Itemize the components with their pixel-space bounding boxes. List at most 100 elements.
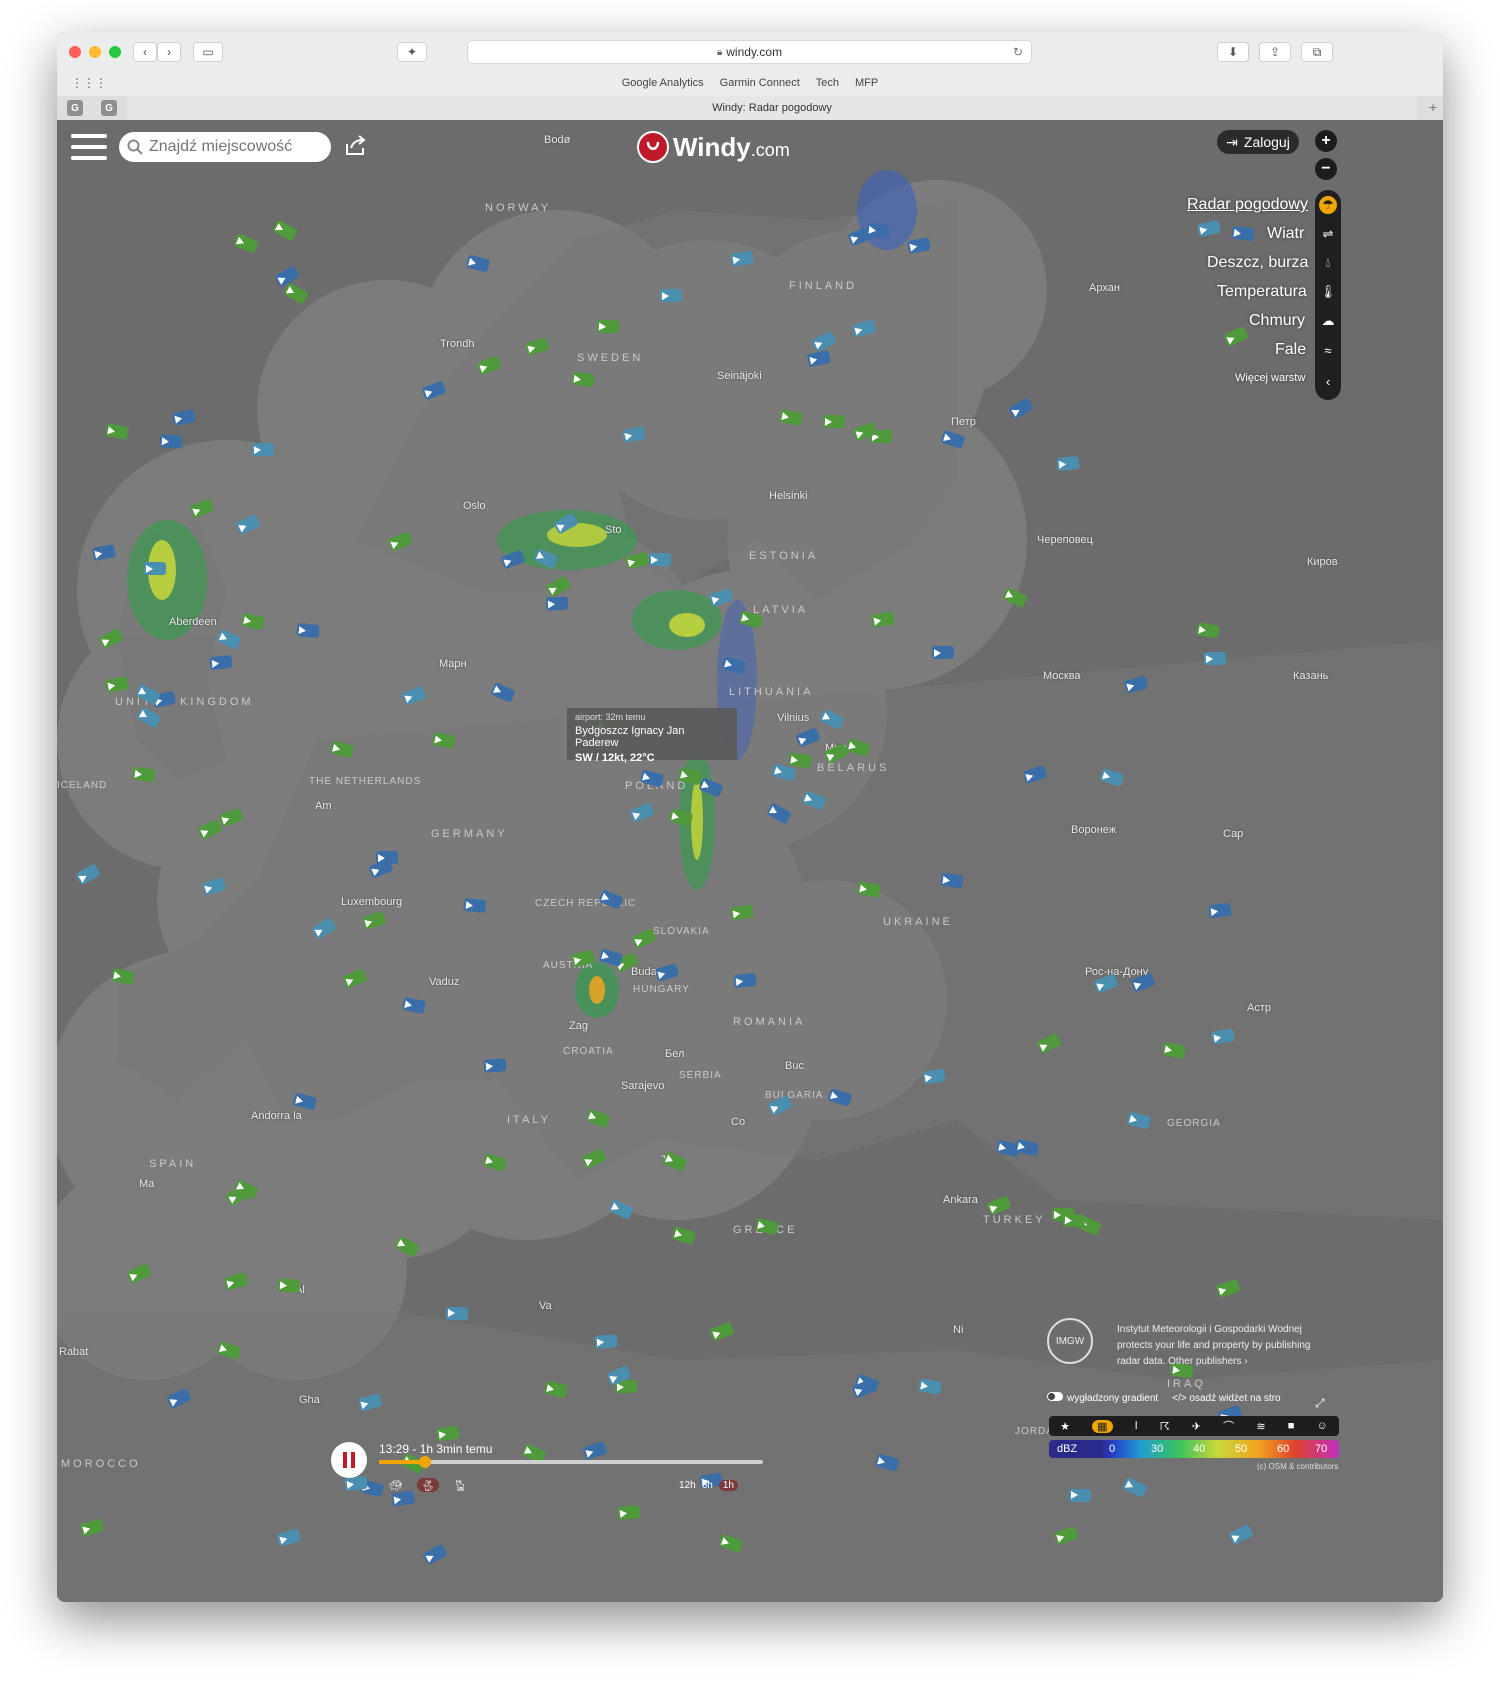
pause-button[interactable] [331,1442,367,1478]
layer-wind[interactable]: Wiatr [1267,225,1407,243]
hare-icon[interactable]: 🐇︎ [417,1478,439,1492]
wind-arrow-icon [601,950,611,961]
wind-arrow-icon [1218,1285,1228,1296]
embed-widget-link[interactable]: </> osadź widżet na stro [1172,1393,1280,1404]
kite-icon[interactable]: ≋ [1256,1420,1265,1433]
wind-station-marker[interactable] [143,561,167,575]
timeline-slider[interactable] [379,1456,763,1468]
share-button[interactable]: ⇪ [1259,42,1291,62]
wind-station-marker[interactable] [445,1306,468,1320]
new-tab-button[interactable]: + [1429,99,1437,115]
search-input[interactable] [147,137,321,157]
favorite-google-analytics[interactable]: Google Analytics [622,77,704,89]
browser-toolbar: ‹ › ▭ ✦ 🔒︎ windy.com ↻ ⬇ ⇪ ⧉ [57,32,1443,73]
fullscreen-icon[interactable]: ⤢ [1315,1396,1333,1410]
favorite-tech[interactable]: Tech [816,77,839,89]
thermometer-small-icon[interactable]: ǀ [1135,1420,1138,1432]
star-icon[interactable]: ★ [1060,1420,1070,1433]
wind-station-marker[interactable] [277,1277,301,1293]
storm-icon[interactable]: ☈ [1160,1420,1170,1433]
wind-station-marker[interactable] [865,222,890,239]
zoom-out-button[interactable]: − [1315,158,1337,180]
wind-station-marker[interactable] [1231,225,1256,242]
sidebar-button[interactable]: ▭ [193,42,223,62]
timeline-handle[interactable] [419,1456,432,1468]
layer-temperature[interactable]: Temperatura [1217,283,1407,301]
tabs-overview-button[interactable]: ⧉ [1301,42,1333,62]
wind-arrow-icon [909,242,919,252]
wind-station-marker[interactable] [823,414,846,428]
hamburger-menu-button[interactable] [71,134,107,162]
range-12h[interactable]: 12h [679,1480,696,1491]
address-bar[interactable]: 🔒︎ windy.com ↻ [467,40,1032,64]
back-button[interactable]: ‹ [133,42,157,62]
country-label: IRAQ [1167,1378,1206,1390]
wind-arrow-icon [447,1309,455,1317]
layer-radar[interactable]: Radar pogodowy [1187,196,1407,214]
favorites-bar: ⋮⋮⋮ Google Analytics Garmin Connect Tech… [57,72,1443,97]
turtle-icon[interactable]: 🐢︎ [385,1478,407,1492]
layer-rain[interactable]: Deszcz, burza [1207,254,1407,272]
range-1h[interactable]: 1h [718,1480,738,1491]
reload-icon[interactable]: ↻ [1013,45,1023,59]
wind-station-marker[interactable] [649,553,672,567]
smooth-gradient-toggle[interactable]: wygładzony gradient [1047,1392,1158,1404]
login-icon: ⇥ [1226,133,1238,150]
wind-station-marker[interactable] [1203,651,1227,666]
timeline-player: 13:29 - 1h 3min temu 🐢︎ 🐇︎ 🦌︎ 12h 6h 1h [327,1438,777,1498]
imgw-logo[interactable]: IMGW [1047,1318,1093,1364]
wind-station-marker[interactable] [932,645,955,659]
wind-station-marker[interactable] [463,897,487,913]
radar-overlay-icon[interactable]: ▦ [1092,1419,1113,1433]
webcam-icon[interactable]: ■ [1288,1420,1295,1432]
favorite-garmin-connect[interactable]: Garmin Connect [720,77,800,89]
logo-suffix: .com [750,139,790,160]
deer-icon[interactable]: 🦌︎ [449,1478,471,1492]
close-window-button[interactable] [69,46,81,58]
wind-station-marker[interactable] [594,1334,618,1349]
layer-clouds[interactable]: Chmury [1249,312,1407,330]
minimize-window-button[interactable] [89,46,101,58]
range-6h[interactable]: 6h [702,1480,713,1491]
wind-station-marker[interactable] [296,623,320,639]
legend-value: 40 [1193,1443,1206,1455]
wind-arrow-icon [804,793,814,804]
map-area[interactable]: Bodø Trondh Oslo Aberdeen Seinäjoki Hels… [57,120,1443,1602]
wind-arrow-icon [1005,590,1016,601]
wind-station-marker[interactable] [1062,1212,1086,1228]
wind-station-marker[interactable] [617,1505,641,1521]
wind-arrow-icon [1206,654,1214,663]
city-label: Астр [1247,1002,1271,1014]
wind-station-marker[interactable] [545,596,569,612]
wind-station-marker[interactable] [159,433,183,449]
active-tab[interactable]: Windy: Radar pogodowy [127,96,1417,120]
attribution-text[interactable]: Instytut Meteorologii i Gospodarki Wodne… [1117,1322,1327,1370]
wind-station-marker[interactable] [1068,1488,1091,1502]
wind-arrow-icon [82,1524,92,1535]
zoom-in-button[interactable]: + [1315,130,1337,152]
pinned-tab-1[interactable]: G [67,100,83,116]
pinned-tab-2[interactable]: G [101,100,117,116]
wind-station-marker[interactable] [483,1057,507,1073]
airplane-icon[interactable]: ✈ [1192,1420,1201,1433]
wind-station-marker[interactable] [659,289,683,303]
downloads-button[interactable]: ⬇ [1217,42,1249,62]
wind-arrow-icon [757,1220,767,1230]
zoom-window-button[interactable] [109,46,121,58]
wind-station-marker[interactable] [596,319,619,334]
share-map-icon[interactable] [343,134,369,158]
login-button[interactable]: ⇥ Zaloguj [1217,130,1299,154]
person-icon[interactable]: ☺ [1317,1420,1328,1432]
wind-arrow-icon [199,826,210,838]
wind-station-marker[interactable] [570,371,595,388]
windy-logo[interactable]: Windy.com [637,130,790,164]
extension-button[interactable]: ✦ [397,42,427,62]
favorite-mfp[interactable]: MFP [855,77,878,89]
search-box[interactable] [119,132,331,162]
more-layers-link[interactable]: Więcej warstw [1235,372,1407,384]
wind-station-marker[interactable] [252,442,275,456]
paraglider-icon[interactable]: ⌒ [1223,1418,1234,1434]
forward-button[interactable]: › [157,42,181,62]
wind-station-marker[interactable] [1056,456,1080,472]
layer-waves[interactable]: Fale [1275,341,1407,359]
